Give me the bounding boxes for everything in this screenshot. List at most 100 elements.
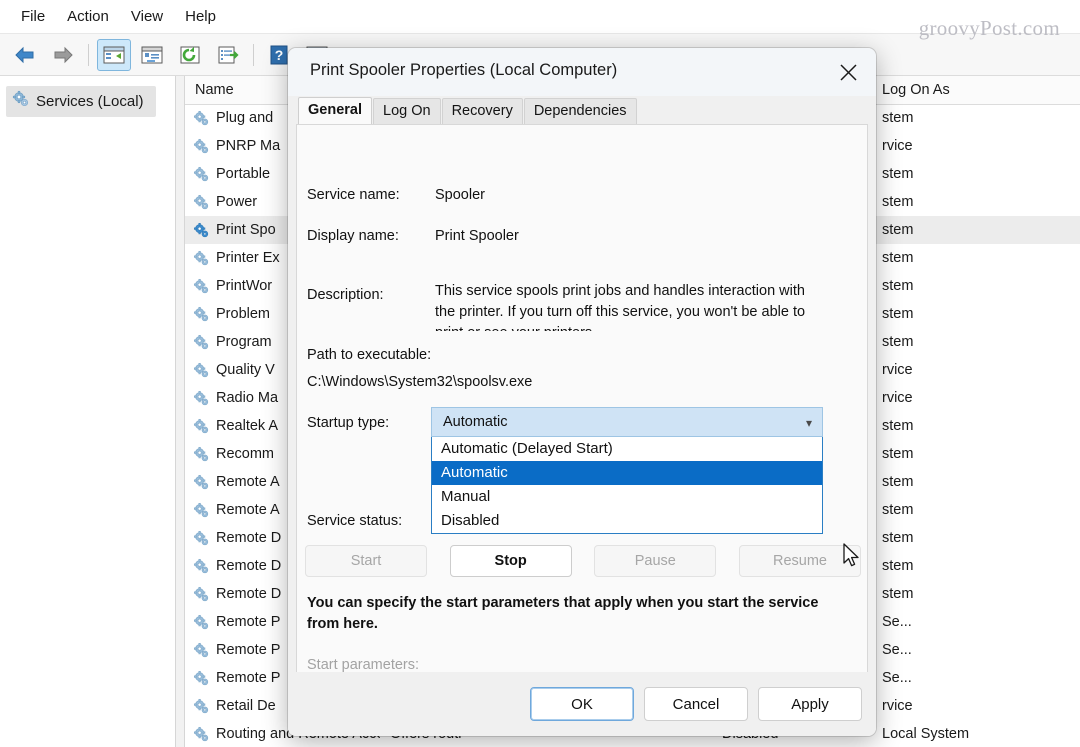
console-tree-pane: Services (Local) — [0, 76, 176, 747]
dialog-title-bar[interactable]: Print Spooler Properties (Local Computer… — [288, 48, 876, 97]
refresh-icon[interactable] — [173, 39, 207, 71]
service-gear-icon — [193, 418, 210, 435]
cell-log-on-as: stem — [882, 334, 914, 350]
ok-button[interactable]: OK — [530, 687, 634, 721]
cell-log-on-as: stem — [882, 474, 914, 490]
service-gear-icon — [193, 446, 210, 463]
cell-log-on-as: rvice — [882, 390, 913, 406]
properties-icon[interactable] — [135, 39, 169, 71]
startup-type-combobox[interactable]: Automatic ▾ — [431, 407, 823, 437]
cell-log-on-as: stem — [882, 110, 914, 126]
service-gear-glyph — [193, 362, 209, 377]
start-button: Start — [305, 545, 427, 577]
service-gear-icon — [193, 334, 210, 351]
service-gear-icon — [193, 642, 210, 659]
service-name-value: Spooler — [435, 187, 485, 203]
cell-log-on-as: stem — [882, 502, 914, 518]
service-name-label: Service name: — [307, 187, 400, 203]
column-header-log-on-as[interactable]: Log On As — [872, 76, 1080, 104]
apply-button[interactable]: Apply — [758, 687, 862, 721]
tab-log-on[interactable]: Log On — [373, 98, 441, 124]
cell-log-on-as: Local System — [882, 726, 970, 742]
service-gear-icon — [193, 278, 210, 295]
path-to-executable-label: Path to executable: — [307, 347, 432, 363]
forward-arrow-icon[interactable] — [46, 39, 80, 71]
service-gear-glyph — [193, 222, 209, 237]
service-gear-glyph — [193, 110, 209, 125]
menu-view[interactable]: View — [120, 4, 174, 29]
tab-recovery[interactable]: Recovery — [441, 98, 523, 124]
service-gear-glyph — [193, 698, 209, 713]
cell-log-on-as: rvice — [882, 138, 913, 154]
startup-type-dropdown-list: Automatic (Delayed Start) Automatic Manual… — [431, 437, 823, 534]
service-gear-glyph — [193, 530, 209, 545]
path-to-executable-value: C:\Windows\System32\spoolsv.exe — [307, 374, 533, 390]
export-list-glyph — [218, 46, 239, 63]
service-gear-glyph — [193, 586, 209, 601]
export-list-icon[interactable] — [211, 39, 245, 71]
tree-item-services-local[interactable]: Services (Local) — [6, 86, 156, 117]
dropdown-option[interactable]: Automatic — [432, 461, 822, 485]
service-gear-icon — [193, 530, 210, 547]
cell-log-on-as: stem — [882, 222, 914, 238]
close-icon[interactable] — [820, 48, 876, 96]
cell-log-on-as: stem — [882, 166, 914, 182]
service-gear-icon — [193, 138, 210, 155]
tab-dependencies[interactable]: Dependencies — [523, 98, 637, 124]
help-glyph: ? — [270, 45, 288, 64]
cancel-button[interactable]: Cancel — [644, 687, 748, 721]
service-gear-icon — [193, 222, 210, 239]
service-gear-icon — [193, 698, 210, 715]
service-gear-icon — [193, 586, 210, 603]
pane-splitter[interactable] — [176, 76, 185, 747]
display-name-label: Display name: — [307, 228, 399, 244]
service-gear-glyph — [193, 418, 209, 433]
service-gear-icon — [193, 502, 210, 519]
service-gear-icon — [193, 362, 210, 379]
cell-log-on-as: stem — [882, 278, 914, 294]
service-gear-icon — [193, 166, 210, 183]
tab-general[interactable]: General — [298, 97, 372, 124]
resume-button: Resume — [738, 545, 861, 577]
dialog-title: Print Spooler Properties (Local Computer… — [310, 61, 618, 79]
menu-action[interactable]: Action — [56, 4, 120, 29]
service-gear-icon — [193, 726, 210, 743]
dialog-footer: OK Cancel Apply — [288, 672, 876, 736]
cell-log-on-as: rvice — [882, 698, 913, 714]
console-tree-glyph — [103, 46, 125, 63]
back-arrow-icon[interactable] — [8, 39, 42, 71]
service-gear-glyph — [193, 670, 209, 685]
dropdown-option[interactable]: Manual — [432, 485, 822, 509]
show-hide-console-tree-icon[interactable] — [97, 38, 131, 71]
service-gear-icon — [193, 194, 210, 211]
description-value[interactable]: This service spools print jobs and handl… — [435, 281, 807, 331]
service-gear-icon — [193, 250, 210, 267]
cell-log-on-as: rvice — [882, 362, 913, 378]
cell-log-on-as: stem — [882, 306, 914, 322]
stop-button[interactable]: Stop — [449, 545, 572, 577]
cell-log-on-as: Se... — [882, 642, 912, 658]
service-gear-icon — [193, 110, 210, 127]
startup-type-label: Startup type: — [307, 415, 390, 431]
services-mmc-window: File Action View Help ? groovyPost.com S… — [0, 0, 1080, 747]
service-gear-icon — [193, 614, 210, 631]
start-parameters-help-text: You can specify the start parameters tha… — [307, 595, 819, 632]
service-gear-icon — [193, 474, 210, 491]
menu-file[interactable]: File — [10, 4, 56, 29]
service-gear-glyph — [193, 334, 209, 349]
service-gear-glyph — [193, 726, 209, 741]
service-gear-icon — [193, 390, 210, 407]
cell-log-on-as: stem — [882, 558, 914, 574]
tree-item-label: Services (Local) — [36, 93, 144, 110]
cell-log-on-as: Se... — [882, 670, 912, 686]
service-gear-glyph — [193, 138, 209, 153]
service-gear-glyph — [193, 502, 209, 517]
service-status-label: Service status: — [307, 513, 403, 529]
back-arrow-glyph — [15, 46, 34, 63]
refresh-glyph — [180, 46, 200, 63]
toolbar-separator — [88, 43, 89, 66]
dropdown-option[interactable]: Disabled — [432, 509, 822, 533]
menu-help[interactable]: Help — [174, 4, 227, 29]
dropdown-option[interactable]: Automatic (Delayed Start) — [432, 437, 822, 461]
print-spooler-properties-dialog: Print Spooler Properties (Local Computer… — [288, 48, 876, 736]
